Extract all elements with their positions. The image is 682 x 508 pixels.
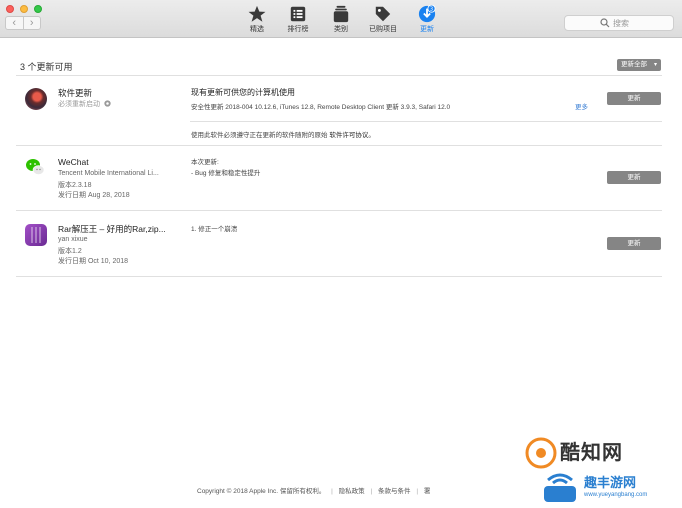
- tab-label: 已购项目: [369, 26, 397, 33]
- app-version: 版本2.3.18: [58, 182, 92, 189]
- close-window-button[interactable]: [6, 5, 14, 13]
- footer: Copyright © 2018 Apple Inc. 保留所有权利。 | 隐私…: [197, 485, 430, 495]
- watermark-logo-icon: [525, 437, 557, 469]
- tab-purchased[interactable]: 已购项目: [358, 5, 408, 35]
- watermark-brand: 酷知网: [560, 440, 623, 464]
- terms-link[interactable]: 条款与条件: [378, 488, 411, 495]
- update-all-label: 更新全部: [621, 61, 647, 68]
- app-developer: yan xixue: [58, 236, 88, 243]
- search-icon: [600, 18, 610, 28]
- tab-updates[interactable]: 3 更新: [402, 5, 452, 35]
- update-wechat-button[interactable]: 更新: [607, 171, 661, 184]
- updates-badge: 3: [430, 7, 433, 13]
- app-name: WeChat: [58, 157, 89, 167]
- divider: [16, 145, 662, 146]
- privacy-link[interactable]: 隐私政策: [339, 488, 365, 495]
- toolbar: ‹ › 精选 排行榜 类别 已购项目 3 更新 搜索: [0, 0, 682, 38]
- chevron-down-icon[interactable]: ▾: [654, 59, 657, 71]
- forward-button[interactable]: ›: [22, 17, 41, 29]
- watermark-sub: 趣丰游网: [584, 476, 637, 491]
- software-update-name: 软件更新: [58, 88, 93, 98]
- tab-label: 更新: [420, 26, 434, 33]
- rar-app-icon: [25, 224, 47, 246]
- software-update-description-title: 现有更新可供您的计算机使用: [191, 88, 295, 97]
- divider: [190, 121, 662, 122]
- license-notice: 使用此软件必须遵守正在更新的软件随附的原始 软件许可协议。: [191, 129, 375, 139]
- history-nav: ‹ ›: [5, 16, 41, 30]
- footer-separator: |: [331, 488, 333, 495]
- app-release-date: 发行日期 Oct 10, 2018: [58, 258, 129, 265]
- search-field[interactable]: [564, 15, 674, 31]
- gear-icon: [104, 100, 111, 107]
- copyright: Copyright © 2018 Apple Inc. 保留所有权利。: [197, 488, 326, 495]
- software-update-description: 安全性更新 2018-004 10.12.6, iTunes 12.8, Rem…: [191, 104, 451, 111]
- license-text: 使用此软件必须遵守正在更新的软件随附的原始: [191, 132, 328, 139]
- update-rar-button[interactable]: 更新: [607, 237, 661, 250]
- updates-icon: 3: [418, 5, 436, 23]
- software-update-icon: [25, 88, 47, 110]
- footer-extra: 署: [423, 488, 431, 495]
- app-name: Rar解压王 – 好用的Rar,zip...: [58, 224, 166, 234]
- more-link[interactable]: 更多: [575, 101, 588, 111]
- stack-icon: [333, 5, 349, 23]
- zoom-window-button[interactable]: [34, 5, 42, 13]
- star-icon: [248, 5, 266, 22]
- divider: [16, 276, 662, 277]
- list-icon: [290, 6, 306, 22]
- software-update-button[interactable]: 更新: [607, 92, 661, 105]
- watermark-wifi-icon: [544, 473, 576, 502]
- app-version: 版本1.2: [58, 248, 82, 255]
- tag-icon: [375, 6, 391, 22]
- restart-required: 必须重新启动: [58, 99, 111, 109]
- update-all-button[interactable]: 更新全部 ▾: [617, 59, 661, 71]
- release-notes-line: - Bug 修复和稳定性提升: [191, 170, 261, 177]
- restart-required-text: 必须重新启动: [58, 101, 100, 108]
- divider: [16, 75, 662, 76]
- watermark: 酷知网 趣丰游网 www.yueyangbang.com: [522, 432, 682, 508]
- footer-separator: |: [370, 488, 373, 495]
- app-developer: Tencent Mobile International Li...: [58, 170, 159, 177]
- divider: [16, 210, 662, 211]
- release-notes-line: 本次更新:: [191, 159, 219, 166]
- page-title: 3 个更新可用: [20, 62, 73, 72]
- wechat-app-icon: [26, 159, 45, 175]
- search-input[interactable]: [613, 18, 671, 29]
- watermark-url: www.yueyangbang.com: [584, 492, 648, 498]
- back-button[interactable]: ‹: [6, 17, 23, 29]
- footer-separator: |: [416, 488, 419, 495]
- license-link[interactable]: 软件许可协议: [329, 132, 368, 139]
- release-notes-line: 1. 修正一个崩溃: [191, 226, 238, 233]
- license-end: 。: [368, 132, 375, 139]
- app-release-date: 发行日期 Aug 28, 2018: [58, 192, 130, 199]
- minimize-window-button[interactable]: [20, 5, 28, 13]
